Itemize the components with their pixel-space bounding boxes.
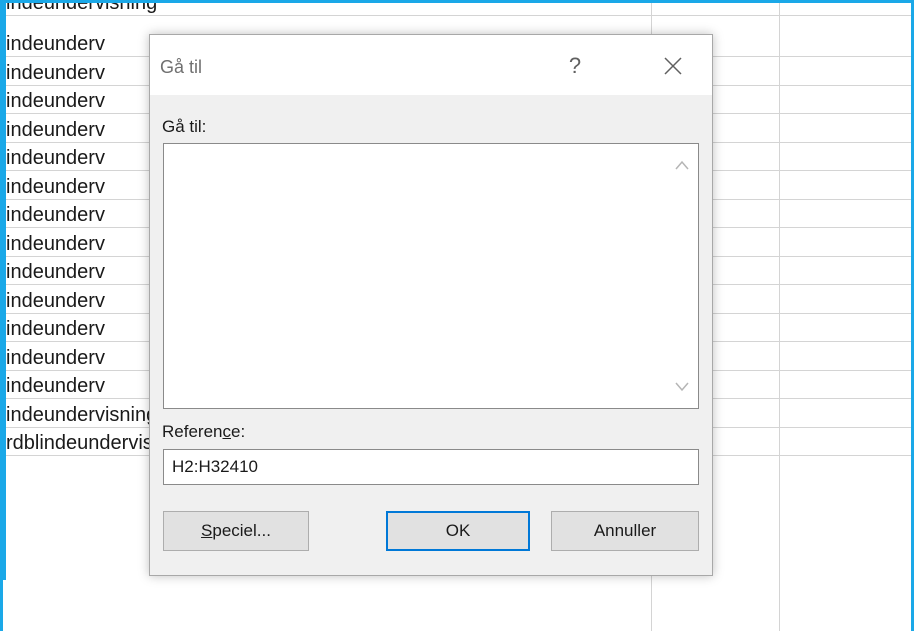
reference-input[interactable]: H2:H32410 (163, 449, 699, 485)
ok-button[interactable]: OK (386, 511, 530, 551)
cancel-button[interactable]: Annuller (551, 511, 699, 551)
special-button[interactable]: Speciel... (163, 511, 309, 551)
special-accesskey: S (201, 521, 213, 540)
reference-label-part: e: (230, 422, 246, 441)
reference-label-part: Referen (162, 422, 223, 441)
goto-dialog: Gå til ? Gå til: Reference: H2:H32410 Sp… (149, 34, 713, 576)
dialog-titlebar: Gå til ? (150, 35, 712, 95)
scroll-up-button[interactable] (674, 158, 690, 174)
chevron-up-icon (675, 160, 689, 170)
special-label: peciel... (212, 521, 271, 540)
help-button[interactable]: ? (560, 51, 590, 81)
goto-list[interactable] (163, 143, 699, 409)
dialog-title: Gå til (160, 57, 203, 77)
reference-label-accesskey: c (222, 422, 231, 441)
reference-label: Reference: (162, 422, 245, 442)
chevron-down-icon (675, 382, 689, 392)
scroll-down-button[interactable] (674, 380, 690, 396)
close-icon (664, 57, 682, 75)
close-button[interactable] (656, 51, 690, 81)
goto-label: Gå til: (162, 117, 207, 136)
